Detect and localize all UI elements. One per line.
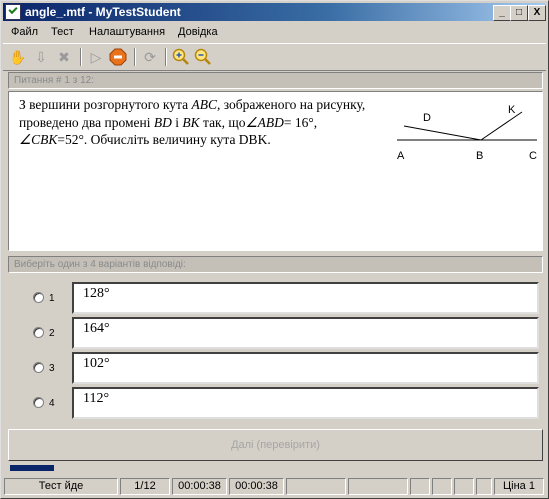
menu-test[interactable]: Тест <box>51 26 74 38</box>
toolbar-separator <box>165 48 167 66</box>
answer-text: 102° <box>83 356 110 371</box>
status-empty-cell <box>348 478 408 495</box>
zoom-out-icon[interactable] <box>194 48 212 66</box>
menu-help[interactable]: Довідка <box>178 26 218 38</box>
toolbar: ✋ ⇩ ✖ ▷ ⟳ <box>3 43 546 71</box>
answer-option[interactable]: 4 112° <box>8 385 543 421</box>
answers-header: Виберіть один з 4 варіантів відповіді: <box>8 256 543 273</box>
status-empty-cell <box>410 478 430 495</box>
question-panel: З вершини розгорнутого кута ABC, зображе… <box>8 91 543 251</box>
play-icon[interactable]: ▷ <box>87 48 105 66</box>
answer-number: 3 <box>49 363 55 374</box>
time-total: 00:00:38 <box>229 478 284 495</box>
menu-settings[interactable]: Налаштування <box>89 26 165 38</box>
time-elapsed: 00:00:38 <box>172 478 227 495</box>
minimize-button[interactable]: _ <box>493 5 511 21</box>
answer-radio[interactable] <box>33 292 44 303</box>
answer-text: 164° <box>83 321 110 336</box>
stop-icon[interactable] <box>109 48 127 66</box>
answer-box[interactable]: 128° <box>72 282 539 314</box>
question-header: Питання # 1 з 12: <box>8 72 543 89</box>
answer-radio[interactable] <box>33 362 44 373</box>
delete-icon[interactable]: ✖ <box>55 48 73 66</box>
status-empty-cell <box>454 478 474 495</box>
answer-number: 4 <box>49 398 55 409</box>
zoom-in-icon[interactable] <box>172 48 190 66</box>
answers-panel: 1 128° 2 164° 3 102° 4 112° <box>8 275 543 421</box>
status-bar: Тест йде 1/12 00:00:38 00:00:38 Ціна 1 <box>3 478 546 496</box>
question-counter: 1/12 <box>120 478 170 495</box>
refresh-icon[interactable]: ⟳ <box>141 48 159 66</box>
label-k: K <box>508 104 516 116</box>
answer-text: 112° <box>83 391 110 406</box>
status-empty-cell <box>432 478 452 495</box>
close-button[interactable]: X <box>528 5 546 21</box>
toolbar-separator <box>80 48 82 66</box>
hand-icon[interactable]: ✋ <box>9 48 27 66</box>
label-a: A <box>397 150 405 162</box>
angle-figure: A B C D K <box>397 104 537 162</box>
answer-option[interactable]: 1 128° <box>8 280 543 316</box>
question-text: З вершини розгорнутого кута ABC, зображе… <box>19 97 366 147</box>
label-b: B <box>476 150 483 162</box>
app-check-icon <box>5 4 21 20</box>
menu-bar: Файл Тест Налаштування Довідка <box>3 23 546 41</box>
maximize-button[interactable]: □ <box>510 5 528 21</box>
answer-radio[interactable] <box>33 397 44 408</box>
title-bar: angle_.mtf - MyTestStudent _ □ X <box>3 3 546 21</box>
ray-bd <box>403 125 482 141</box>
ray-bk <box>480 111 523 141</box>
answer-number: 2 <box>49 328 55 339</box>
label-c: C <box>529 150 537 162</box>
answer-radio[interactable] <box>33 327 44 338</box>
menu-file[interactable]: Файл <box>11 26 38 38</box>
progress-fill <box>10 465 55 471</box>
down-arrow-icon[interactable]: ⇩ <box>32 48 50 66</box>
answer-option[interactable]: 2 164° <box>8 315 543 351</box>
next-check-button[interactable]: Далі (перевірити) <box>8 429 543 461</box>
window-title: angle_.mtf - MyTestStudent <box>25 5 181 19</box>
answer-box[interactable]: 102° <box>72 352 539 384</box>
label-d: D <box>423 112 431 124</box>
progress-bar <box>8 465 543 471</box>
status-empty-cell <box>286 478 346 495</box>
status-price: Ціна 1 <box>494 478 544 495</box>
answer-text: 128° <box>83 286 110 301</box>
answer-box[interactable]: 112° <box>72 387 539 419</box>
app-window: angle_.mtf - MyTestStudent _ □ X Файл Те… <box>0 0 549 499</box>
status-state: Тест йде <box>4 478 118 495</box>
toolbar-separator <box>134 48 136 66</box>
answer-number: 1 <box>49 293 55 304</box>
answer-option[interactable]: 3 102° <box>8 350 543 386</box>
answer-box[interactable]: 164° <box>72 317 539 349</box>
status-empty-cell <box>476 478 492 495</box>
